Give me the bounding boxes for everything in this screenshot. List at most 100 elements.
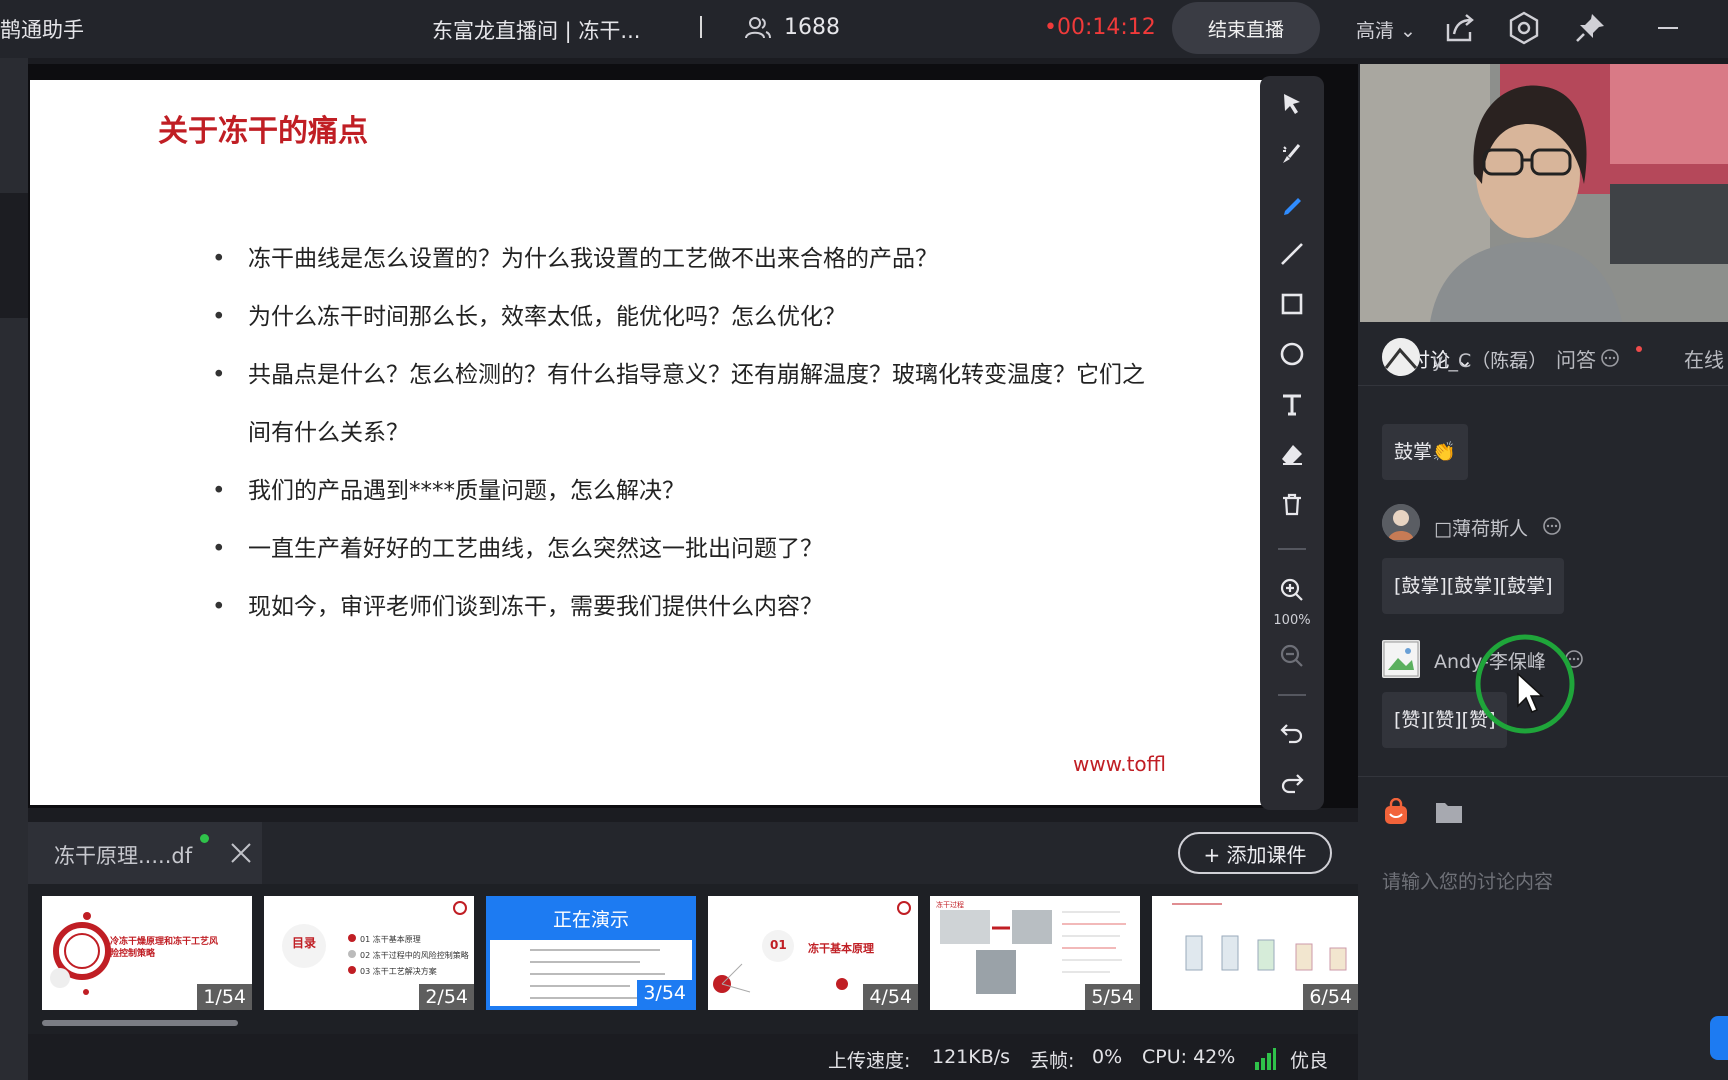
avatar: [1382, 338, 1420, 376]
slide-thumbnail[interactable]: 冷冻干燥原理和冻干工艺风险控制策略 1/54: [42, 896, 252, 1010]
gift-bag-icon[interactable]: [1382, 798, 1410, 826]
message-username: yi_C（陈磊）: [1432, 350, 1548, 372]
toolbar-divider: [1278, 548, 1306, 550]
slide-bullet: 一直生产着好好的工艺曲线，怎么突然这一批出问题了？: [212, 520, 1148, 578]
chat-input-divider: [1358, 776, 1728, 777]
thumbnail-toc-list: 01 冻干基本原理 02 冻干过程中的风险控制策略 03 冻干工艺解决方案: [360, 932, 469, 980]
slide-thumbnail-strip: 冷冻干燥原理和冻干工艺风险控制策略 1/54 目录 01 冻干基本原理 02 冻…: [28, 884, 1358, 1034]
discussion-input[interactable]: 请输入您的讨论内容: [1382, 867, 1553, 894]
share-icon[interactable]: [1442, 10, 1478, 46]
circle-icon[interactable]: [1276, 338, 1308, 370]
upload-speed-label: 上传速度:: [828, 1050, 911, 1072]
room-title: 东富龙直播间 | 冻干...: [432, 19, 641, 43]
zoom-out-icon[interactable]: [1276, 640, 1308, 672]
network-quality: 优良: [1290, 1050, 1329, 1072]
line-icon[interactable]: [1276, 238, 1308, 270]
close-icon[interactable]: [228, 840, 254, 866]
right-panel: 讨论 ⌄ 问答 在线 yi_C（陈磊） 鼓掌👏 □薄荷斯人 [鼓掌][鼓掌][鼓…: [1358, 64, 1728, 1080]
slide-bullet: 为什么冻干时间那么长，效率太低，能优化吗？怎么优化？: [212, 288, 1148, 346]
page-number: 2/54: [419, 984, 474, 1010]
slide-bullet-list: 冻干曲线是怎么设置的？为什么我设置的工艺做不出来合格的产品？ 为什么冻干时间那么…: [212, 230, 1148, 636]
slide-website: www.toffl: [1072, 752, 1166, 776]
status-bar: 上传速度: 121KB/s 丢帧: 0% CPU: 42% 优良: [28, 1034, 1358, 1080]
avatar: [1382, 504, 1420, 542]
end-live-button[interactable]: 结束直播: [1172, 2, 1320, 54]
page-number: 6/54: [1303, 984, 1358, 1010]
laser-pointer-icon[interactable]: [1276, 138, 1308, 170]
app-name: 鹊通助手: [0, 18, 84, 42]
document-bar: 冻干原理.....df + 添加课件: [28, 822, 1358, 884]
frame-drop-value: 0%: [1092, 1046, 1123, 1068]
page-number: 3/54: [637, 980, 692, 1006]
quality-select[interactable]: 高清 ⌄: [1356, 16, 1416, 43]
rectangle-icon[interactable]: [1276, 288, 1308, 320]
left-edge-panel: [0, 58, 28, 1080]
viewers-icon: [745, 17, 771, 39]
thumbnail-title: 冻干过程: [936, 901, 964, 909]
presenting-label: 正在演示: [490, 900, 692, 940]
viewer-count: 1688: [784, 15, 840, 40]
frame-drop-label: 丢帧:: [1030, 1050, 1075, 1072]
side-float-tab[interactable]: [1710, 1016, 1728, 1060]
slide-thumbnail[interactable]: 目录 01 冻干基本原理 02 冻干过程中的风险控制策略 03 冻干工艺解决方案…: [264, 896, 474, 1010]
thumbnail-toc-item: 03 冻干工艺解决方案: [360, 967, 437, 976]
toolbar-divider: [1278, 694, 1306, 696]
tab-qa[interactable]: 问答: [1556, 344, 1596, 373]
slide-bullet: 现如今，审评老师们谈到冻干，需要我们提供什么内容？: [212, 578, 1148, 636]
page-number: 4/54: [863, 984, 918, 1010]
cursor-highlight-ring: [1475, 634, 1575, 734]
title-separator: [700, 16, 702, 38]
slide-thumbnail[interactable]: 01 冻干基本原理 4/54: [708, 896, 918, 1010]
document-tab[interactable]: 冻干原理.....df: [28, 822, 262, 884]
thumbnail-title: 目录: [292, 936, 317, 950]
presenter-video: [1360, 64, 1728, 322]
thumbnail-scrollbar[interactable]: [42, 1020, 238, 1026]
slide-thumbnail[interactable]: 6/54: [1152, 896, 1358, 1010]
slide-thumbnail-active[interactable]: 正在演示 3/54: [486, 896, 696, 1010]
select-cursor-icon[interactable]: [1276, 88, 1308, 120]
message-bubble: [鼓掌][鼓掌][鼓掌]: [1382, 558, 1565, 614]
pin-icon[interactable]: [1572, 10, 1608, 46]
thumbnail-toc-item: 02 冻干过程中的风险控制策略: [360, 951, 469, 960]
redo-icon[interactable]: [1276, 766, 1308, 798]
settings-icon[interactable]: [1506, 10, 1542, 46]
minimize-icon[interactable]: [1650, 10, 1686, 46]
add-course-button[interactable]: + 添加课件: [1178, 832, 1332, 874]
upload-speed-value: 121KB/s: [932, 1046, 1011, 1068]
signal-icon: [1255, 1048, 1276, 1070]
annotation-toolbar: 100%: [1260, 76, 1324, 810]
presenter-video-frame: [1360, 64, 1728, 322]
message-username: □薄荷斯人: [1434, 518, 1528, 540]
thumbnail-section-number: 01: [770, 938, 787, 952]
top-bar: 鹊通助手 东富龙直播间 | 冻干... 1688 •00:14:12 结束直播 …: [0, 0, 1728, 58]
tab-online[interactable]: 在线: [1684, 344, 1728, 373]
thumbnail-title: 冷冻干燥原理和冻干工艺风险控制策略: [110, 937, 219, 959]
slide-bullet: 共晶点是什么？怎么检测的？有什么指导意义？还有崩解温度？玻璃化转变温度？它们之间…: [212, 346, 1148, 462]
document-name: 冻干原理.....df: [54, 844, 193, 868]
trash-icon[interactable]: [1276, 488, 1308, 520]
slide-thumbnail[interactable]: 冻干过程 5/54: [930, 896, 1140, 1010]
undo-icon[interactable]: [1276, 716, 1308, 748]
cpu-usage: CPU: 42%: [1142, 1046, 1236, 1068]
slide-bullet: 冻干曲线是怎么设置的？为什么我设置的工艺做不出来合格的产品？: [212, 230, 1148, 288]
thumbnail-toc-item: 01 冻干基本原理: [360, 935, 421, 944]
left-edge-highlight: [0, 193, 28, 318]
pen-icon[interactable]: [1276, 188, 1308, 220]
slide-title: 关于冻干的痛点: [158, 114, 368, 149]
text-icon[interactable]: [1276, 388, 1308, 420]
page-number: 1/54: [197, 984, 252, 1010]
zoom-level: 100%: [1273, 613, 1311, 628]
avatar: [1382, 640, 1420, 678]
zoom-in-icon[interactable]: [1276, 574, 1308, 606]
folder-icon[interactable]: [1434, 798, 1464, 826]
live-timer: •00:14:12: [1044, 15, 1156, 40]
slide-bullet: 我们的产品遇到****质量问题，怎么解决？: [212, 462, 1148, 520]
current-slide: 关于冻干的痛点 冻干曲线是怎么设置的？为什么我设置的工艺做不出来合格的产品？ 为…: [30, 80, 1262, 805]
more-options-icon[interactable]: [1542, 516, 1562, 536]
page-number: 5/54: [1085, 984, 1140, 1010]
thumbnail-title: 冻干基本原理: [808, 942, 874, 955]
message-bubble: 鼓掌👏: [1382, 424, 1468, 480]
eraser-icon[interactable]: [1276, 438, 1308, 470]
more-options-icon[interactable]: [1600, 348, 1620, 368]
document-status-dot: [200, 834, 209, 843]
